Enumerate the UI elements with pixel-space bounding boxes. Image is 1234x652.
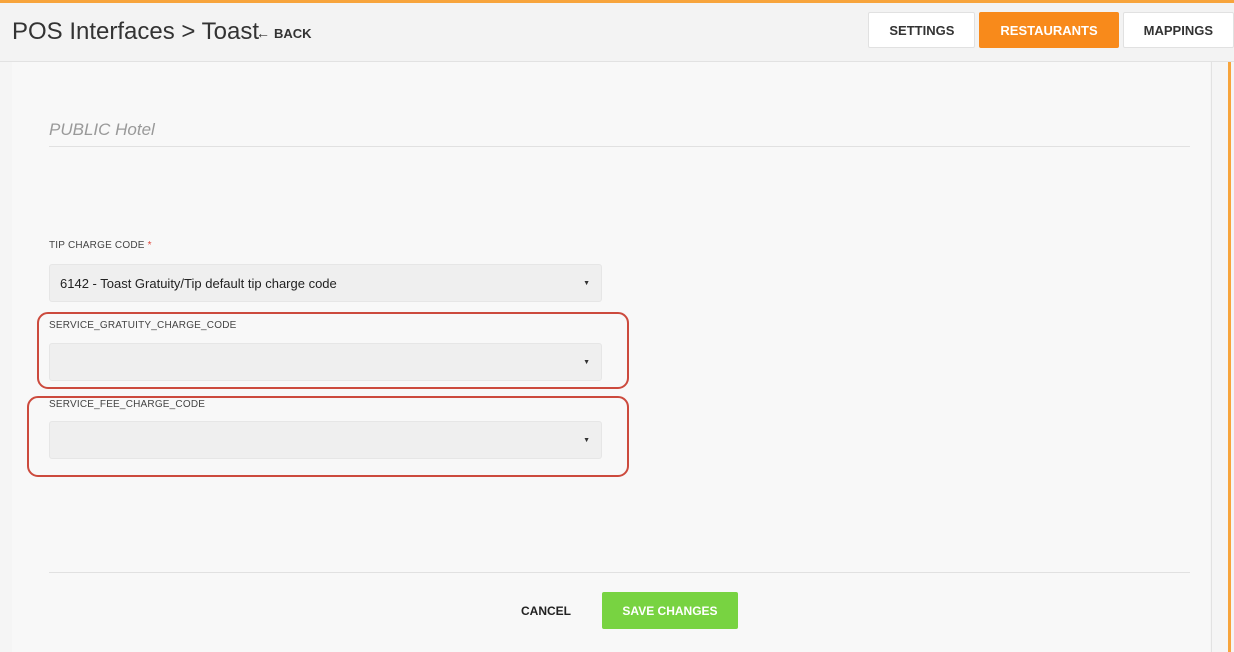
tab-settings[interactable]: SETTINGS [868, 12, 976, 48]
divider [49, 146, 1190, 147]
required-marker: * [147, 240, 152, 251]
service-gratuity-charge-code-label: SERVICE_GRATUITY_CHARGE_CODE [49, 320, 237, 331]
page-title: POS Interfaces > Toast [12, 18, 260, 45]
caret-down-icon: ▼ [583, 437, 590, 444]
cancel-button[interactable]: CANCEL [506, 593, 586, 629]
tab-bar: SETTINGS RESTAURANTS MAPPINGS [868, 12, 1234, 48]
page-header: POS Interfaces > Toast ← BACK SETTINGS R… [0, 3, 1234, 62]
tip-charge-code-label: TIP CHARGE CODE * [49, 240, 152, 251]
footer-divider [49, 572, 1190, 573]
service-fee-charge-code-label: SERVICE_FEE_CHARGE_CODE [49, 399, 206, 410]
back-label: BACK [274, 25, 312, 41]
tip-charge-code-select[interactable]: 6142 - Toast Gratuity/Tip default tip ch… [49, 264, 602, 302]
service-gratuity-charge-code-select[interactable]: ▼ [49, 343, 602, 381]
tip-charge-code-value: 6142 - Toast Gratuity/Tip default tip ch… [60, 275, 337, 291]
tab-restaurants[interactable]: RESTAURANTS [979, 12, 1119, 48]
service-fee-charge-code-select[interactable]: ▼ [49, 421, 602, 459]
right-accent-bar [1228, 62, 1231, 652]
caret-down-icon: ▼ [583, 280, 590, 287]
hotel-name: PUBLIC Hotel [49, 120, 155, 139]
tab-mappings[interactable]: MAPPINGS [1122, 12, 1234, 48]
arrow-left-icon: ← [256, 25, 270, 41]
tip-charge-code-label-text: TIP CHARGE CODE [49, 240, 145, 251]
caret-down-icon: ▼ [583, 359, 590, 366]
back-button[interactable]: ← BACK [256, 25, 312, 41]
panel-divider [1211, 62, 1212, 652]
save-changes-button[interactable]: SAVE CHANGES [602, 592, 738, 629]
